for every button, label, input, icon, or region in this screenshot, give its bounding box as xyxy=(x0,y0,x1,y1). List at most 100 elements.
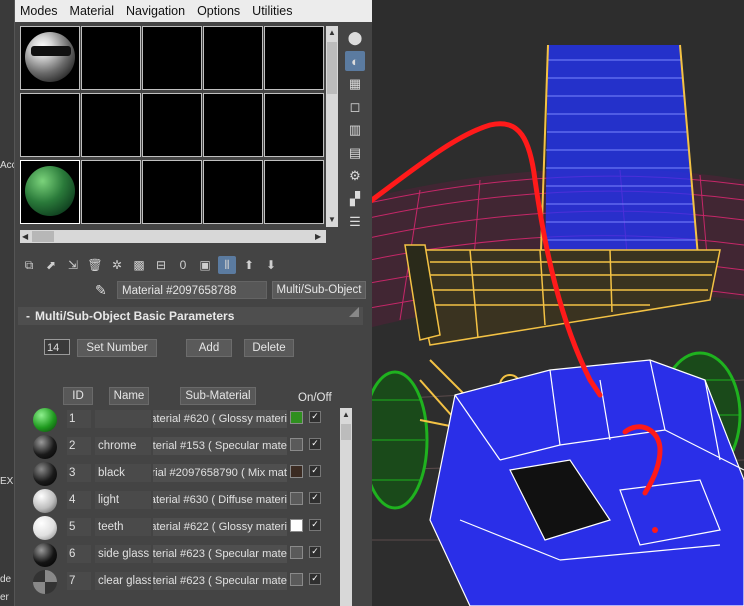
eyedropper-icon[interactable]: ✎ xyxy=(95,282,107,299)
background-checker-icon[interactable]: ▦ xyxy=(345,74,365,94)
sub-material-id[interactable]: 2 xyxy=(67,437,91,455)
sub-material-color[interactable] xyxy=(290,573,303,586)
sub-material-button[interactable]: Material #622 ( Glossy materi xyxy=(153,518,287,536)
sub-material-color[interactable] xyxy=(290,465,303,478)
sample-slot[interactable] xyxy=(142,93,202,157)
video-color-check-icon[interactable]: ▥ xyxy=(345,120,365,140)
sub-material-id[interactable]: 1 xyxy=(67,410,91,428)
sub-material-color[interactable] xyxy=(290,546,303,559)
sub-material-on-checkbox[interactable]: ✓ xyxy=(309,492,321,504)
make-preview-icon[interactable]: ▤ xyxy=(345,143,365,163)
sub-material-on-checkbox[interactable]: ✓ xyxy=(309,411,321,423)
sub-material-on-checkbox[interactable]: ✓ xyxy=(309,438,321,450)
column-header-name[interactable]: Name xyxy=(109,387,149,405)
show-end-result-icon[interactable]: ⫴ xyxy=(218,256,236,274)
material-navigator-icon[interactable]: ☰ xyxy=(345,212,365,232)
column-header-sub-material[interactable]: Sub-Material xyxy=(180,387,256,405)
scroll-left-icon[interactable]: ◀ xyxy=(22,232,28,241)
scroll-up-icon[interactable]: ▲ xyxy=(342,410,350,419)
menu-utilities[interactable]: Utilities xyxy=(246,4,298,18)
sub-material-button[interactable]: Material #153 ( Specular mate xyxy=(153,437,287,455)
select-by-material-icon[interactable]: ▞ xyxy=(345,189,365,209)
sample-slot-active[interactable] xyxy=(20,160,80,224)
put-to-library-icon[interactable]: ▩ xyxy=(130,256,148,274)
sub-material-color[interactable] xyxy=(290,438,303,451)
sub-material-button[interactable]: Material #623 ( Specular mate xyxy=(153,545,287,563)
sub-material-id[interactable]: 6 xyxy=(67,545,91,563)
sample-slot[interactable] xyxy=(20,93,80,157)
sample-slot[interactable] xyxy=(20,26,80,90)
menu-modes[interactable]: Modes xyxy=(15,4,64,18)
sample-slot[interactable] xyxy=(203,93,263,157)
backlight-icon[interactable]: ◐ xyxy=(345,51,365,71)
sub-material-button[interactable]: Material #630 ( Diffuse materi xyxy=(153,491,287,509)
get-material-icon[interactable]: ⧉ xyxy=(20,256,38,274)
sample-slot[interactable] xyxy=(203,160,263,224)
sample-slot[interactable] xyxy=(81,26,141,90)
sub-material-swatch[interactable] xyxy=(33,570,57,594)
scroll-thumb[interactable] xyxy=(341,424,351,440)
sub-material-swatch[interactable] xyxy=(33,408,57,432)
make-unique-icon[interactable]: ✲ xyxy=(108,256,126,274)
menu-material[interactable]: Material xyxy=(64,4,120,18)
sub-material-id[interactable]: 3 xyxy=(67,464,91,482)
sample-slot[interactable] xyxy=(264,93,324,157)
delete-button[interactable]: Delete xyxy=(244,339,294,357)
sub-material-button[interactable]: Material #2097658790 ( Mix mat xyxy=(153,464,287,482)
sample-slot[interactable] xyxy=(203,26,263,90)
scroll-right-icon[interactable]: ▶ xyxy=(315,232,321,241)
assign-to-selection-icon[interactable]: ⇲ xyxy=(64,256,82,274)
go-to-parent-icon[interactable]: ⬆ xyxy=(240,256,258,274)
sub-material-on-checkbox[interactable]: ✓ xyxy=(309,519,321,531)
sub-material-button[interactable]: Material #620 ( Glossy materi xyxy=(153,410,287,428)
put-to-scene-icon[interactable]: ⬈ xyxy=(42,256,60,274)
sub-material-color[interactable] xyxy=(290,492,303,505)
sub-material-swatch[interactable] xyxy=(33,462,57,486)
rollout-header[interactable]: - Multi/Sub-Object Basic Parameters xyxy=(18,307,363,325)
sample-slot[interactable] xyxy=(264,26,324,90)
menu-options[interactable]: Options xyxy=(191,4,246,18)
sub-material-on-checkbox[interactable]: ✓ xyxy=(309,573,321,585)
sample-slot[interactable] xyxy=(81,93,141,157)
sub-material-name[interactable]: light xyxy=(95,491,151,509)
sub-material-swatch[interactable] xyxy=(33,543,57,567)
slots-horizontal-scrollbar[interactable]: ◀ ▶ xyxy=(20,230,326,243)
sub-material-name[interactable] xyxy=(95,410,151,428)
scroll-thumb[interactable] xyxy=(32,231,54,242)
sub-material-on-checkbox[interactable]: ✓ xyxy=(309,465,321,477)
sub-material-name[interactable]: black xyxy=(95,464,151,482)
sub-material-on-checkbox[interactable]: ✓ xyxy=(309,546,321,558)
sub-material-name[interactable]: chrome xyxy=(95,437,151,455)
go-forward-sibling-icon[interactable]: ⬇ xyxy=(262,256,280,274)
material-type-button[interactable]: Multi/Sub-Object xyxy=(272,281,366,299)
sample-slot[interactable] xyxy=(142,160,202,224)
slots-vertical-scrollbar[interactable]: ▲ ▼ xyxy=(326,26,338,227)
sample-slot[interactable] xyxy=(264,160,324,224)
sub-material-name[interactable]: clear glass xyxy=(95,572,151,590)
set-number-button[interactable]: Set Number xyxy=(77,339,157,357)
sub-material-swatch[interactable] xyxy=(33,516,57,540)
sub-material-id[interactable]: 5 xyxy=(67,518,91,536)
options-icon[interactable]: ⚙ xyxy=(345,166,365,186)
sub-material-swatch[interactable] xyxy=(33,435,57,459)
sub-material-list-scrollbar[interactable]: ▲ xyxy=(340,408,352,606)
sample-uv-tiling-icon[interactable]: ◻ xyxy=(345,97,365,117)
material-name-field[interactable]: Material #2097658788 xyxy=(117,281,267,299)
add-button[interactable]: Add xyxy=(186,339,232,357)
sub-material-swatch[interactable] xyxy=(33,489,57,513)
show-map-icon[interactable]: ▣ xyxy=(196,256,214,274)
sub-material-id[interactable]: 7 xyxy=(67,572,91,590)
scroll-down-icon[interactable]: ▼ xyxy=(328,215,336,224)
scroll-thumb[interactable] xyxy=(327,42,337,94)
sub-material-id[interactable]: 4 xyxy=(67,491,91,509)
sub-material-name[interactable]: teeth xyxy=(95,518,151,536)
sub-material-name[interactable]: side glass xyxy=(95,545,151,563)
sub-material-count-field[interactable]: 14 xyxy=(44,339,70,355)
sub-material-color[interactable] xyxy=(290,411,303,424)
scroll-up-icon[interactable]: ▲ xyxy=(328,28,336,37)
menu-navigation[interactable]: Navigation xyxy=(120,4,191,18)
sample-type-sphere-icon[interactable]: ⬤ xyxy=(345,28,365,48)
reset-map-icon[interactable]: 🗑 xyxy=(86,256,104,274)
sub-material-button[interactable]: Material #623 ( Specular mate xyxy=(153,572,287,590)
column-header-id[interactable]: ID xyxy=(63,387,93,405)
